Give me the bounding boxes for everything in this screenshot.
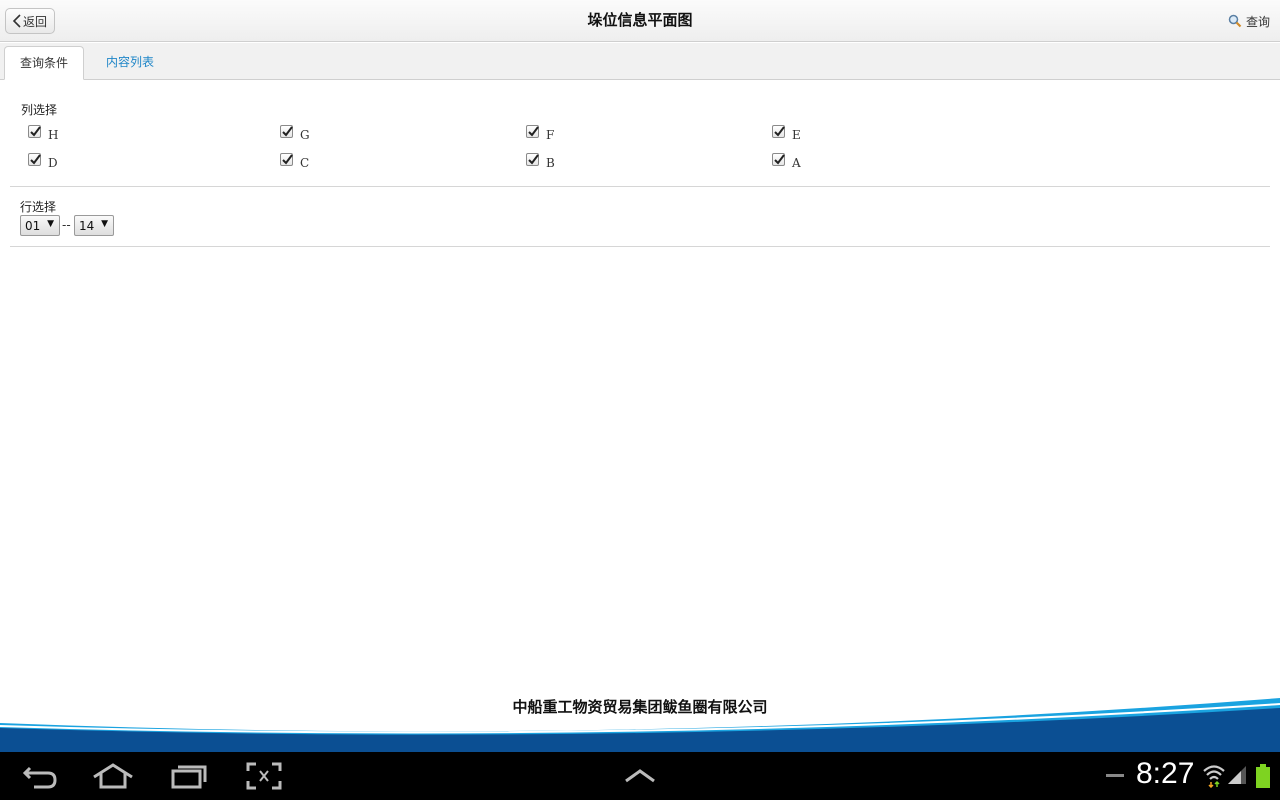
column-checkbox-label: C	[300, 156, 310, 170]
tab-content-list[interactable]: 内容列表	[90, 46, 170, 80]
checkmark-icon	[30, 126, 41, 137]
divider	[10, 246, 1270, 247]
query-button[interactable]: 查询	[1228, 12, 1270, 30]
checkmark-icon	[282, 154, 293, 165]
column-checkbox-d[interactable]: D	[28, 153, 58, 170]
clock-time: 8:27	[1136, 757, 1195, 790]
checkmark-icon	[528, 154, 539, 165]
column-checkbox-a[interactable]: A	[772, 153, 801, 170]
notification-dash-icon[interactable]	[1106, 774, 1124, 778]
back-nav-icon[interactable]	[22, 762, 58, 790]
dropdown-arrow-icon: ▼	[47, 219, 54, 229]
checkbox[interactable]	[772, 125, 785, 138]
checkbox[interactable]	[28, 125, 41, 138]
column-checkbox-label: G	[300, 128, 310, 142]
row-from-select[interactable]: 01 ▼	[20, 215, 60, 236]
checkbox[interactable]	[526, 153, 539, 166]
column-checkbox-label: F	[546, 128, 555, 142]
row-to-value: 14	[79, 218, 95, 233]
battery-icon	[1256, 764, 1270, 788]
checkmark-icon	[528, 126, 539, 137]
search-icon	[1228, 14, 1242, 28]
dropdown-arrow-icon: ▼	[101, 219, 108, 229]
column-checkbox-b[interactable]: B	[526, 153, 555, 170]
system-navigation-bar: 8:27	[0, 752, 1280, 800]
recent-apps-icon[interactable]	[170, 762, 208, 790]
checkbox[interactable]	[280, 153, 293, 166]
column-checkbox-c[interactable]: C	[280, 153, 310, 170]
chevron-up-icon[interactable]	[624, 768, 656, 784]
checkbox[interactable]	[280, 125, 293, 138]
checkbox[interactable]	[28, 153, 41, 166]
divider	[10, 186, 1270, 187]
column-checkbox-g[interactable]: G	[280, 125, 310, 142]
checkmark-icon	[282, 126, 293, 137]
column-checkbox-label: D	[48, 156, 58, 170]
row-to-select[interactable]: 14 ▼	[74, 215, 114, 236]
tab-query-conditions[interactable]: 查询条件	[4, 46, 84, 80]
column-checkbox-label: H	[48, 128, 59, 142]
checkmark-icon	[30, 154, 41, 165]
wifi-icon	[1203, 765, 1225, 788]
chevron-left-icon	[12, 14, 21, 28]
signal-strength-icon	[1228, 766, 1246, 784]
back-button-label: 返回	[23, 14, 48, 29]
row-select-label: 行选择	[20, 200, 57, 214]
checkmark-icon	[774, 154, 785, 165]
row-from-value: 01	[25, 218, 41, 233]
column-checkbox-label: B	[546, 156, 555, 170]
checkmark-icon	[774, 126, 785, 137]
home-nav-icon[interactable]	[92, 762, 134, 790]
column-checkbox-f[interactable]: F	[526, 125, 555, 142]
range-separator: --	[62, 218, 71, 232]
column-checkbox-h[interactable]: H	[28, 125, 59, 142]
page-title: 垛位信息平面图	[587, 11, 693, 29]
column-checkbox-e[interactable]: E	[772, 125, 801, 142]
company-name: 中船重工物资贸易集团鲅鱼圈有限公司	[512, 698, 768, 716]
back-button[interactable]: 返回	[5, 8, 55, 34]
app-root: 返回 垛位信息平面图 查询 查询条件 内容列表 列选择 H G F E D C …	[0, 0, 1280, 800]
query-button-label: 查询	[1245, 14, 1270, 29]
checkbox[interactable]	[526, 125, 539, 138]
column-checkbox-label: A	[792, 156, 801, 170]
screenshot-icon[interactable]	[246, 762, 282, 790]
column-checkbox-label: E	[792, 128, 801, 142]
header-bar: 返回 垛位信息平面图 查询	[0, 0, 1280, 42]
column-select-label: 列选择	[21, 103, 58, 117]
tab-bar: 查询条件 内容列表	[0, 43, 1280, 80]
checkbox[interactable]	[772, 153, 785, 166]
